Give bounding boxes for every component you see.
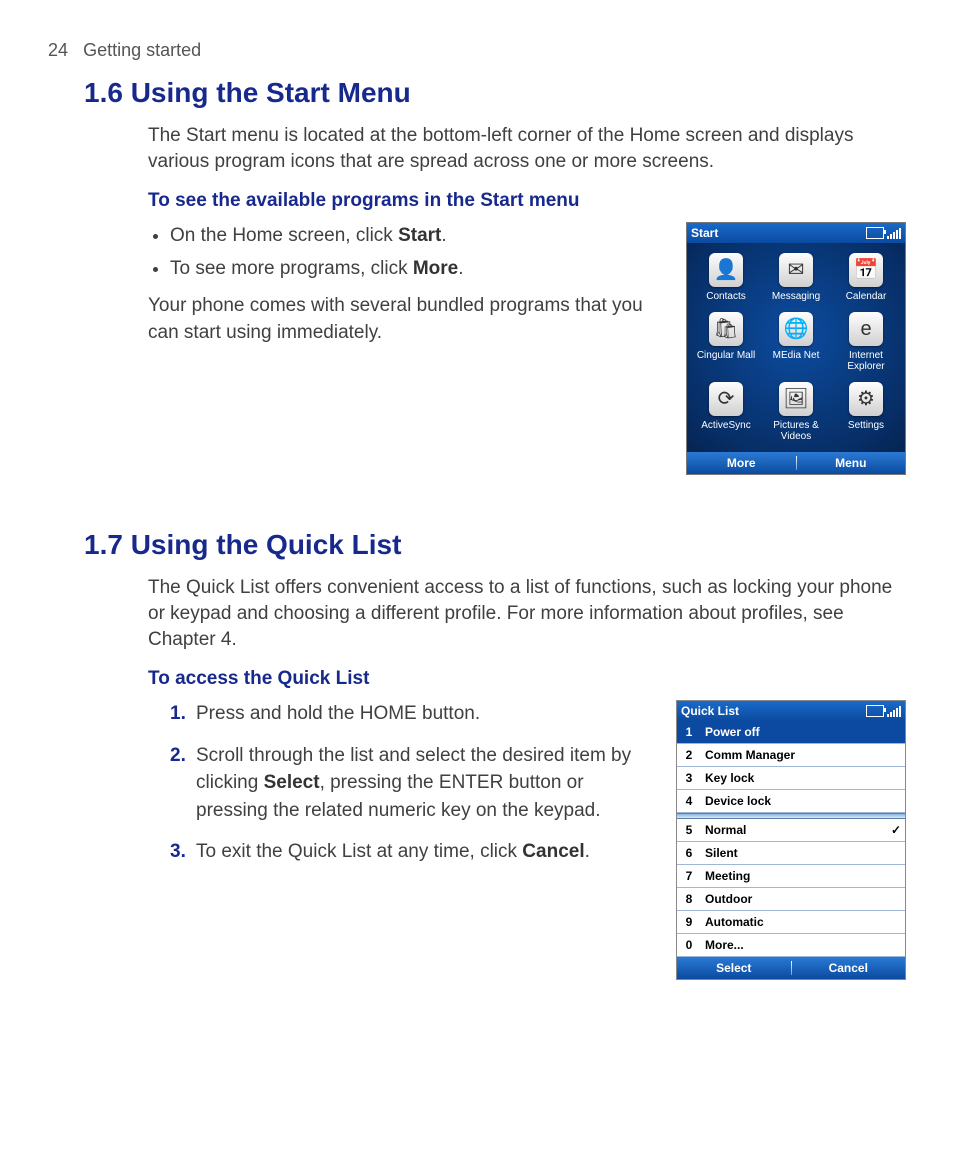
softkey-right[interactable]: Cancel [792,961,906,975]
app-label: Internet Explorer [833,350,899,372]
item-number: 4 [677,794,701,808]
quicklist-item-power-off[interactable]: 1Power off [677,721,905,744]
softkey-bar: More Menu [687,452,905,474]
quicklist-item-key-lock[interactable]: 3Key lock [677,767,905,790]
quicklist-item-comm-manager[interactable]: 2Comm Manager [677,744,905,767]
item-label: Key lock [701,771,905,785]
section-1-7-subtitle: To access the Quick List [148,668,906,690]
item-number: 1 [677,725,701,739]
app-icon: ✉ [779,253,813,287]
quicklist-item-automatic[interactable]: 9Automatic [677,911,905,934]
item-label: Power off [701,725,905,739]
quicklist-item-normal[interactable]: 5Normal✓ [677,819,905,842]
quicklist-item-outdoor[interactable]: 8Outdoor [677,888,905,911]
softkey-left[interactable]: More [687,456,796,470]
start-menu-screenshot: Start 👤 Contacts ✉ Messaging 📅 Calendar 🛍 Cingu… [686,222,906,475]
status-icons [866,227,901,239]
app-media-net[interactable]: 🌐 MEdia Net [763,312,829,372]
app-icon: ⟳ [709,382,743,416]
phone-title: Start [691,226,718,240]
item-label: Device lock [701,794,905,808]
bullet-item: On the Home screen, click Start. [170,222,666,251]
app-icon: ⚙ [849,382,883,416]
bullet-list: On the Home screen, click Start. To see … [148,222,666,283]
section-name: Getting started [83,40,201,60]
page-header: 24 Getting started [48,40,906,61]
item-number: 6 [677,846,701,860]
app-calendar[interactable]: 📅 Calendar [833,253,899,302]
item-label: Comm Manager [701,748,905,762]
item-number: 5 [677,823,701,837]
item-label: Outdoor [701,892,905,906]
check-icon: ✓ [887,823,905,837]
phone-titlebar: Quick List [677,701,905,721]
item-number: 9 [677,915,701,929]
bundled-note: Your phone comes with several bundled pr… [148,293,666,346]
app-icon: 📅 [849,253,883,287]
signal-icon [887,227,901,239]
signal-icon [887,705,901,717]
softkey-right[interactable]: Menu [797,456,906,470]
page-number: 24 [48,40,68,60]
section-1-7-title: 1.7 Using the Quick List [84,529,906,561]
step-item: 3. To exit the Quick List at any time, c… [170,838,656,866]
item-label: Silent [701,846,905,860]
item-number: 8 [677,892,701,906]
app-settings[interactable]: ⚙ Settings [833,382,899,442]
app-icon: e [849,312,883,346]
steps-list: 1. Press and hold the HOME button. 2. Sc… [148,700,656,866]
app-label: MEdia Net [763,350,829,361]
app-label: ActiveSync [693,420,759,431]
quick-list-screenshot: Quick List 1Power off2Comm Manager3Key l… [676,700,906,980]
phone-title: Quick List [681,704,739,718]
bullet-item: To see more programs, click More. [170,255,666,284]
battery-icon [866,227,884,239]
quicklist-item-meeting[interactable]: 7Meeting [677,865,905,888]
item-number: 3 [677,771,701,785]
app-icon: 👤 [709,253,743,287]
quicklist-item-more-[interactable]: 0More... [677,934,905,957]
item-label: Normal [701,823,887,837]
app-label: Messaging [763,291,829,302]
app-label: Calendar [833,291,899,302]
section-1-6-title: 1.6 Using the Start Menu [84,77,906,109]
app-label: Cingular Mall [693,350,759,361]
quicklist-item-silent[interactable]: 6Silent [677,842,905,865]
app-label: Pictures & Videos [763,420,829,442]
app-icon: 🌐 [779,312,813,346]
app-contacts[interactable]: 👤 Contacts [693,253,759,302]
app-label: Settings [833,420,899,431]
item-label: Meeting [701,869,905,883]
softkey-left[interactable]: Select [677,961,791,975]
section-1-6-intro: The Start menu is located at the bottom-… [148,123,906,174]
item-label: More... [701,938,905,952]
item-number: 2 [677,748,701,762]
item-number: 7 [677,869,701,883]
app-activesync[interactable]: ⟳ ActiveSync [693,382,759,442]
section-1-6-subtitle: To see the available programs in the Sta… [148,190,906,212]
app-icon: 🛍 [709,312,743,346]
quicklist-item-device-lock[interactable]: 4Device lock [677,790,905,813]
app-label: Contacts [693,291,759,302]
app-cingular-mall[interactable]: 🛍 Cingular Mall [693,312,759,372]
step-item: 1. Press and hold the HOME button. [170,700,656,728]
softkey-bar: Select Cancel [677,957,905,979]
app-internet-explorer[interactable]: e Internet Explorer [833,312,899,372]
battery-icon [866,705,884,717]
app-icon: 🖼 [779,382,813,416]
step-item: 2. Scroll through the list and select th… [170,742,656,825]
section-1-7-intro: The Quick List offers convenient access … [148,575,906,652]
phone-titlebar: Start [687,223,905,243]
status-icons [866,705,901,717]
item-number: 0 [677,938,701,952]
app-pictures-videos[interactable]: 🖼 Pictures & Videos [763,382,829,442]
item-label: Automatic [701,915,905,929]
app-messaging[interactable]: ✉ Messaging [763,253,829,302]
